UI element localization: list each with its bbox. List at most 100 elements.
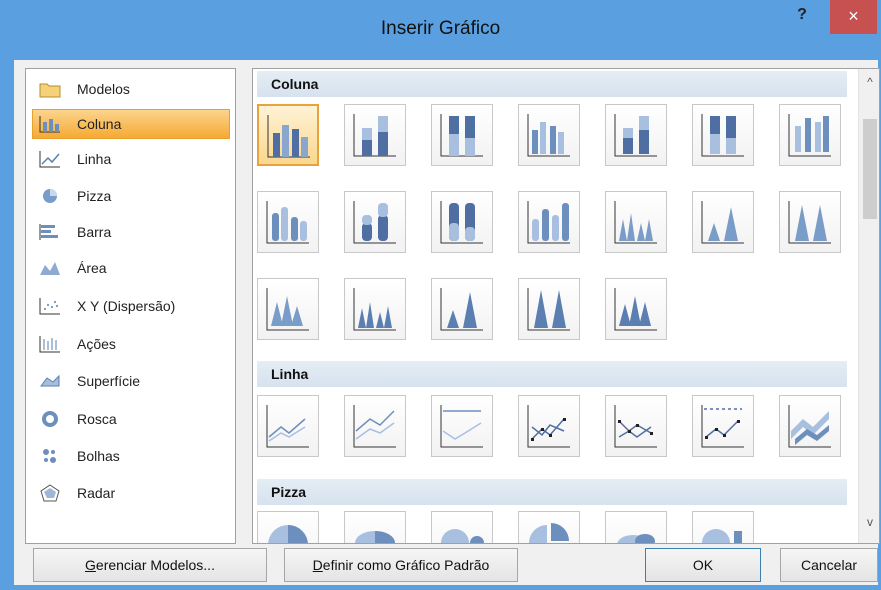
help-button[interactable]: ?: [787, 6, 817, 28]
chart-type-stacked-line[interactable]: [344, 395, 406, 457]
chart-type-stacked-pyramid[interactable]: [431, 278, 493, 340]
category-label: Bolhas: [77, 448, 120, 464]
category-coluna[interactable]: Coluna: [32, 109, 230, 139]
gallery-scrollbar[interactable]: ^ v: [858, 69, 879, 543]
chart-type-3d-cylinder[interactable]: [518, 191, 580, 253]
3d-cylinder-icon: [527, 201, 570, 244]
chart-type-3d-100-stacked-column[interactable]: [692, 104, 754, 166]
category-modelos[interactable]: Modelos: [32, 74, 230, 104]
chart-type-100-stacked-cone[interactable]: [779, 191, 841, 253]
pie-chart-icon: [43, 189, 57, 203]
chart-gallery: Coluna Linha Pizza ^ v: [252, 68, 880, 544]
bubble-chart-icon: [43, 449, 56, 463]
mnemonic-g: G: [85, 557, 96, 573]
chart-category-list: Modelos Coluna Linha Pizza Barra Área X …: [25, 68, 236, 544]
category-area[interactable]: Área: [32, 253, 230, 283]
chart-type-3d-pie[interactable]: [344, 511, 406, 543]
category-label: Modelos: [77, 81, 130, 97]
chart-type-clustered-cylinder[interactable]: [257, 191, 319, 253]
chart-type-3d-stacked-column[interactable]: [605, 104, 667, 166]
chart-type-line-markers[interactable]: [518, 395, 580, 457]
mnemonic-d: D: [312, 557, 323, 573]
set-default-chart-button[interactable]: Definir como Gráfico Padrão: [284, 548, 518, 582]
chart-type-clustered-cone[interactable]: [605, 191, 667, 253]
chart-type-line[interactable]: [257, 395, 319, 457]
chart-type-3d-cone[interactable]: [257, 278, 319, 340]
chart-type-100-stacked-line-markers[interactable]: [692, 395, 754, 457]
category-dispersao[interactable]: X Y (Dispersão): [32, 291, 230, 321]
manage-templates-button[interactable]: Gerenciar Modelos...: [33, 548, 267, 582]
chart-type-stacked-cone[interactable]: [692, 191, 754, 253]
3d-pie-icon: [355, 531, 395, 543]
line-chart-icon: [39, 151, 60, 168]
radar-chart-icon: [40, 484, 60, 502]
surface-chart-icon: [40, 374, 60, 387]
category-radar[interactable]: Radar: [32, 478, 230, 508]
chart-type-100-stacked-column[interactable]: [431, 104, 493, 166]
category-pizza[interactable]: Pizza: [32, 181, 230, 211]
3d-stacked-column-icon: [614, 114, 657, 157]
doughnut-chart-icon: [42, 411, 58, 427]
stacked-cone-icon: [701, 201, 744, 244]
chart-type-stacked-cylinder[interactable]: [344, 191, 406, 253]
chart-type-3d-clustered-column[interactable]: [518, 104, 580, 166]
cancel-button[interactable]: Cancelar: [780, 548, 878, 582]
category-label: Rosca: [77, 411, 117, 427]
3d-column-icon: [788, 114, 831, 157]
chart-type-3d-pyramid[interactable]: [605, 278, 667, 340]
category-label: Área: [77, 260, 107, 276]
scroll-down-arrow-icon[interactable]: v: [859, 515, 879, 537]
chart-type-100-stacked-cylinder[interactable]: [431, 191, 493, 253]
stacked-100-column-icon: [440, 114, 483, 157]
3d-clustered-column-icon: [527, 114, 570, 157]
category-label: X Y (Dispersão): [77, 298, 176, 314]
chart-type-clustered-column[interactable]: [257, 104, 319, 166]
chart-type-3d-exploded-pie[interactable]: [605, 511, 667, 543]
stacked-column-icon: [353, 114, 396, 157]
line-icon: [266, 405, 309, 448]
stacked-100-line-markers-icon: [701, 405, 744, 448]
category-label: Ações: [77, 336, 116, 352]
category-label: Pizza: [77, 188, 112, 204]
ok-button[interactable]: OK: [645, 548, 761, 582]
category-label: Linha: [77, 151, 112, 167]
stacked-100-line-icon: [440, 405, 483, 448]
stacked-100-cylinder-icon: [440, 201, 483, 244]
category-bolhas[interactable]: Bolhas: [32, 441, 230, 471]
category-superficie[interactable]: Superfície: [32, 366, 230, 396]
stacked-cylinder-icon: [353, 201, 396, 244]
category-acoes[interactable]: Ações: [32, 329, 230, 359]
3d-exploded-pie-icon: [617, 534, 655, 543]
chart-type-100-stacked-line[interactable]: [431, 395, 493, 457]
set-default-chart-label: efinir como Gráfico Padrão: [322, 557, 490, 573]
chart-type-clustered-pyramid[interactable]: [344, 278, 406, 340]
bar-chart-icon: [39, 224, 58, 240]
chart-type-pie-of-pie[interactable]: [431, 511, 493, 543]
scroll-thumb[interactable]: [863, 119, 877, 219]
scroll-up-arrow-icon[interactable]: ^: [859, 75, 879, 97]
chart-type-3d-column[interactable]: [779, 104, 841, 166]
category-barra[interactable]: Barra: [32, 217, 230, 247]
manage-templates-label: erenciar Modelos...: [95, 557, 215, 573]
chart-type-stacked-line-markers[interactable]: [605, 395, 667, 457]
3d-line-icon: [788, 405, 831, 448]
chart-type-100-stacked-pyramid[interactable]: [518, 278, 580, 340]
section-linha: Linha: [257, 361, 847, 387]
pie-icon: [268, 525, 308, 543]
folder-icon: [39, 83, 61, 98]
category-label: Coluna: [77, 116, 122, 132]
dialog-title: Inserir Gráfico: [380, 18, 501, 39]
chart-type-exploded-pie[interactable]: [518, 511, 580, 543]
category-label: Barra: [77, 224, 112, 240]
chart-type-pie[interactable]: [257, 511, 319, 543]
chart-type-stacked-column[interactable]: [344, 104, 406, 166]
category-rosca[interactable]: Rosca: [32, 404, 230, 434]
3d-cone-icon: [266, 288, 309, 331]
close-button[interactable]: ×: [830, 0, 877, 34]
category-label: Radar: [77, 485, 116, 501]
line-markers-icon: [527, 405, 570, 448]
bar-of-pie-icon: [702, 529, 742, 543]
chart-type-3d-line[interactable]: [779, 395, 841, 457]
category-linha[interactable]: Linha: [32, 144, 230, 174]
chart-type-bar-of-pie[interactable]: [692, 511, 754, 543]
